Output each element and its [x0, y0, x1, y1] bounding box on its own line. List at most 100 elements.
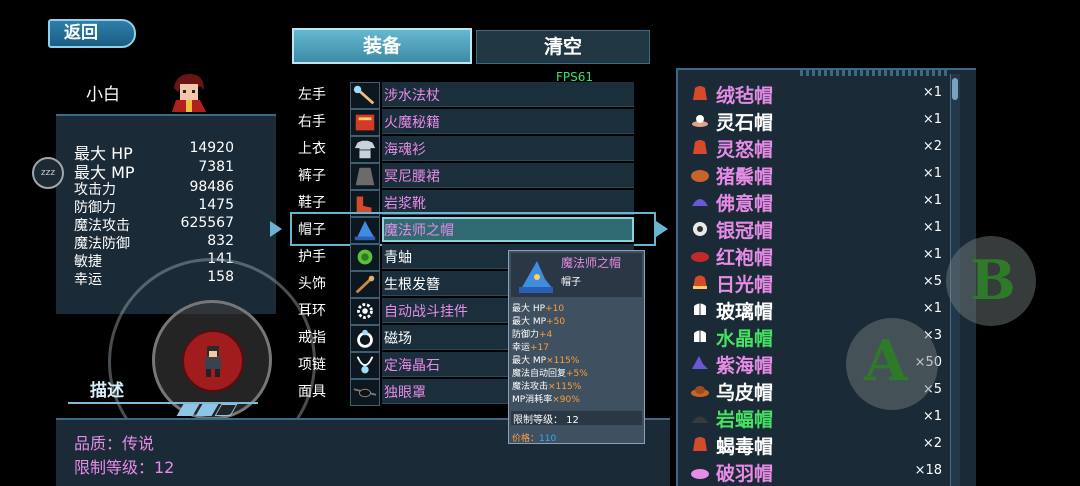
item-quantity: ×1: [922, 85, 942, 100]
item-quantity: ×18: [914, 463, 942, 478]
inventory-item[interactable]: 灵怒帽 ×2: [690, 136, 946, 161]
stat-row: 防御力 1475: [74, 197, 234, 216]
item-name: 银冠帽: [716, 220, 774, 242]
hat-icon: [691, 386, 709, 397]
item-quantity: ×1: [922, 220, 942, 235]
stat-row: 攻击力 98486: [74, 179, 234, 198]
staff-icon: [350, 82, 380, 109]
tooltip-stat: 最大 MP×115%: [512, 356, 580, 366]
gear-icon: [350, 298, 380, 325]
equip-slot-label: 裤子: [298, 168, 326, 184]
inventory-item[interactable]: 灵石帽 ×1: [690, 109, 946, 134]
glove-icon: [350, 244, 380, 271]
book-icon: [350, 109, 380, 136]
tab-clear[interactable]: 清空: [476, 30, 650, 64]
tooltip-stat: 最大 MP+50: [512, 317, 566, 327]
stat-row: 魔法攻击 625567: [74, 215, 234, 234]
hat-icon: [691, 170, 709, 182]
item-quantity: ×2: [922, 139, 942, 154]
equip-row[interactable]: 右手 火魔秘籍: [298, 109, 634, 136]
hat-icon: [693, 140, 707, 154]
ring-icon: [350, 325, 380, 352]
equip-name: 生根发簪: [384, 277, 440, 293]
item-name: 玻璃帽: [716, 301, 774, 323]
equip-name: 定海晶石: [384, 358, 440, 374]
item-quantity: ×1: [922, 112, 942, 127]
tooltip-price: 价格：110: [512, 434, 557, 444]
inventory-item[interactable]: 绒毡帽 ×1: [690, 82, 946, 107]
inventory-item[interactable]: 日光帽 ×5: [690, 271, 946, 296]
b-button-label: B: [970, 248, 1016, 312]
item-name: 乌皮帽: [716, 382, 774, 404]
item-name: 蝎毒帽: [716, 436, 774, 458]
selection-arrow-icon: [270, 221, 282, 237]
inventory-item[interactable]: 佛意帽 ×1: [690, 190, 946, 215]
equip-row[interactable]: 裤子 冥尼腰裙: [298, 163, 634, 190]
hat-icon: [693, 222, 707, 236]
hat-icon: [691, 252, 709, 262]
description-tab[interactable]: 描述: [90, 376, 124, 401]
selection-arrow-icon: [656, 221, 668, 237]
item-name: 日光帽: [716, 274, 774, 296]
character-name: 小白: [86, 85, 120, 105]
hairpin-icon: [350, 271, 380, 298]
item-name: 水晶帽: [716, 328, 774, 350]
tooltip-stat: 幸运+17: [512, 343, 550, 353]
hat-icon: [692, 115, 708, 127]
tooltip-stat: 最大 HP+10: [512, 304, 565, 314]
hero-sprite-icon: [205, 346, 221, 377]
equip-name: 涉水法杖: [384, 88, 440, 104]
equip-name: 独眼罩: [384, 385, 426, 401]
item-quantity: ×1: [922, 301, 942, 316]
tooltip-stat: MP消耗率×90%: [512, 395, 580, 405]
inventory-item[interactable]: 银冠帽 ×1: [690, 217, 946, 242]
equip-slot-label: 面具: [298, 384, 326, 400]
equip-slot-label: 护手: [298, 249, 326, 265]
item-name: 佛意帽: [716, 193, 774, 215]
equip-name: 磁场: [384, 331, 412, 347]
equip-name: 火魔秘籍: [384, 115, 440, 131]
inventory-item[interactable]: 红袍帽 ×1: [690, 244, 946, 269]
equip-slot-label: 耳环: [298, 303, 326, 319]
quality-text: 品质：传说: [74, 434, 155, 453]
equip-slot-label: 戒指: [298, 330, 326, 346]
shirt-icon: [350, 136, 380, 163]
inventory-item[interactable]: 玻璃帽 ×1: [690, 298, 946, 323]
panel-decoration: [800, 68, 950, 76]
equip-slot-label: 左手: [298, 87, 326, 103]
tooltip-item-name: 魔法师之帽: [561, 256, 622, 270]
equip-slot-label: 头饰: [298, 276, 326, 292]
hat-icon: [694, 303, 706, 315]
item-name: 岩蝠帽: [716, 409, 774, 431]
equip-row[interactable]: 左手 涉水法杖: [298, 82, 634, 109]
inventory-item[interactable]: 猪鬃帽 ×1: [690, 163, 946, 188]
equip-slot-label: 右手: [298, 114, 326, 130]
item-name: 猪鬃帽: [716, 166, 774, 188]
necklace-icon: [350, 352, 380, 379]
tooltip-level-limit: 限制等级： 12: [511, 411, 642, 426]
inventory-item[interactable]: 破羽帽 ×18: [690, 460, 946, 485]
sleep-button[interactable]: zzz: [32, 157, 64, 189]
item-quantity: ×1: [922, 166, 942, 181]
item-name: 灵石帽: [716, 112, 774, 134]
inventory-item[interactable]: 岩蝠帽 ×1: [690, 406, 946, 431]
equip-row[interactable]: 上衣 海魂衫: [298, 136, 634, 163]
tooltip-item-type: 帽子: [561, 277, 581, 288]
back-button[interactable]: 返回: [48, 19, 136, 48]
item-quantity: ×1: [922, 193, 942, 208]
tab-equip[interactable]: 装备: [292, 28, 472, 64]
scrollbar-thumb[interactable]: [952, 78, 958, 100]
skirt-icon: [350, 163, 380, 190]
a-button-label: A: [864, 328, 908, 394]
tooltip-stat: 魔法攻击×115%: [512, 382, 582, 392]
inventory-item[interactable]: 蝎毒帽 ×2: [690, 433, 946, 458]
equip-slot-label: 项链: [298, 357, 326, 373]
hat-icon: [691, 469, 709, 479]
item-quantity: ×1: [922, 409, 942, 424]
hat-icon: [693, 275, 707, 289]
item-name: 红袍帽: [716, 247, 774, 269]
item-name: 灵怒帽: [716, 139, 774, 161]
equip-name: 自动战斗挂件: [384, 304, 468, 320]
item-tooltip: 魔法师之帽 帽子 最大 HP+10 最大 MP+50 防御力+4 幸运+17 最…: [508, 250, 645, 444]
equip-slot-label: 上衣: [298, 141, 326, 157]
